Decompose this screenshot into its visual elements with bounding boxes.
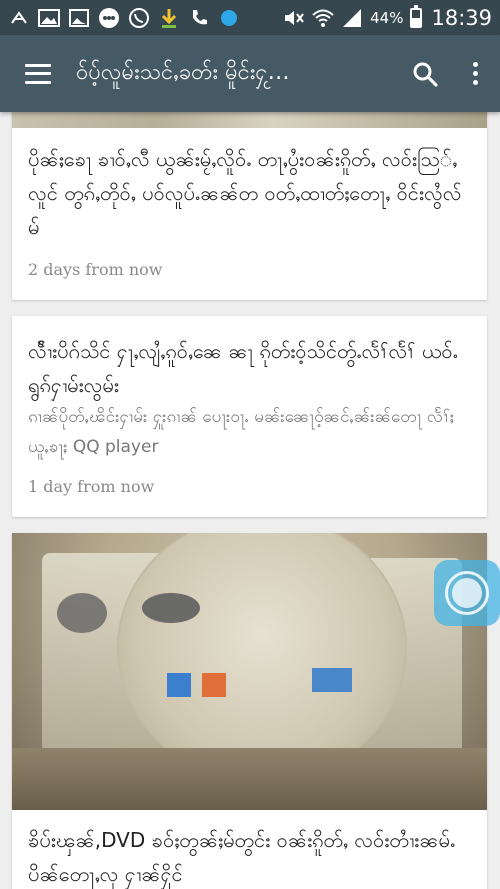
- search-icon: [413, 62, 438, 87]
- card-image: [12, 112, 487, 128]
- battery-level: [412, 18, 421, 26]
- card-time: 2 days from now: [28, 260, 163, 279]
- gallery-icon: [38, 7, 60, 29]
- system-icons: 44% 18:39: [283, 4, 492, 30]
- notification-icons: [8, 7, 240, 29]
- news-card[interactable]: ၶိပ်းၾၼ်,DVD ၶဝ်ႈတွၼ်ႈမ်တွင်း ဝၼ်းၵိူတ်ႇ…: [12, 533, 487, 889]
- download-icon: [158, 7, 180, 29]
- status-bar: 44% 18:39: [0, 0, 500, 35]
- card-image[interactable]: [12, 533, 487, 810]
- overflow-menu-button[interactable]: [450, 35, 500, 112]
- news-card[interactable]: ပိုၼ်ႈၶေႃ ၶၢဝ်ႇလီ ယွၼ်းမႂ်ႇလိူဝ်ႉ တႃႇပွႆ…: [12, 112, 487, 300]
- wifi-icon: [312, 7, 334, 29]
- disc-icon-orange: [202, 673, 226, 697]
- assistive-touch-icon: [445, 571, 489, 615]
- battery-icon: [410, 4, 423, 28]
- menu-button[interactable]: [0, 35, 76, 112]
- card-title[interactable]: ၶိပ်းၾၼ်,DVD ၶဝ်ႈတွၼ်ႈမ်တွင်း ဝၼ်းၵိူတ်ႇ…: [28, 823, 471, 889]
- news-card[interactable]: လႅၢႆးပိဂ်သိင် ႁႃႇလျႆႇၵူဝ်ႇၼေ ၼႃ ၵိုတ်းဝ့…: [12, 316, 487, 517]
- messenger-icon: [98, 7, 120, 29]
- case-logo-mark-left: [57, 593, 107, 633]
- image-table-surface: [12, 748, 487, 810]
- menu-icon: [25, 63, 51, 84]
- assistive-touch-button[interactable]: [434, 560, 500, 626]
- disc-icon-blue-wide: [312, 668, 352, 692]
- disc-icon-blue: [167, 673, 191, 697]
- card-title[interactable]: လႅၢႆးပိဂ်သိင် ႁႃႇလျႆႇၵူဝ်ႇၼေ ၼႃ ၵိုတ်းဝ့…: [28, 334, 471, 402]
- signal-icon: [341, 7, 363, 29]
- blue-dot-icon: [218, 7, 240, 29]
- card-excerpt: ၵၢၼ်ပိုတ်ႇၽိင်းႁၢမ်း ႁူးၵၢၼ် ပေႃးဝႃႉ မၼ်…: [28, 407, 455, 457]
- app-bar-actions: [400, 35, 500, 112]
- news-feed[interactable]: ပိုၼ်ႈၶေႃ ၶၢဝ်ႇလီ ယွၼ်းမႂ်ႇလိူဝ်ႉ တႃႇပွႆ…: [0, 112, 500, 889]
- disc-logo-mark: [142, 593, 200, 623]
- call-icon: [188, 7, 210, 29]
- app-title: ဝ်ပ့်လူမ်းသင်ႇခတ်း မိူင်းႁႂ…: [76, 60, 290, 85]
- image-icon: [68, 7, 90, 29]
- status-time: 18:39: [431, 5, 492, 30]
- app-notification-icon: [8, 7, 30, 29]
- mute-icon: [283, 7, 305, 29]
- app-bar: ဝ်ပ့်လူမ်းသင်ႇခတ်း မိူင်းႁႂ…: [0, 35, 500, 112]
- card-title[interactable]: ပိုၼ်ႈၶေႃ ၶၢဝ်ႇလီ ယွၼ်းမႂ်ႇလိူဝ်ႉ တႃႇပွႆ…: [28, 142, 471, 244]
- more-vert-icon: [472, 62, 478, 85]
- search-button[interactable]: [400, 35, 450, 112]
- battery-percent: 44%: [370, 8, 404, 27]
- viber-icon: [128, 7, 150, 29]
- card-time: 1 day from now: [28, 477, 155, 496]
